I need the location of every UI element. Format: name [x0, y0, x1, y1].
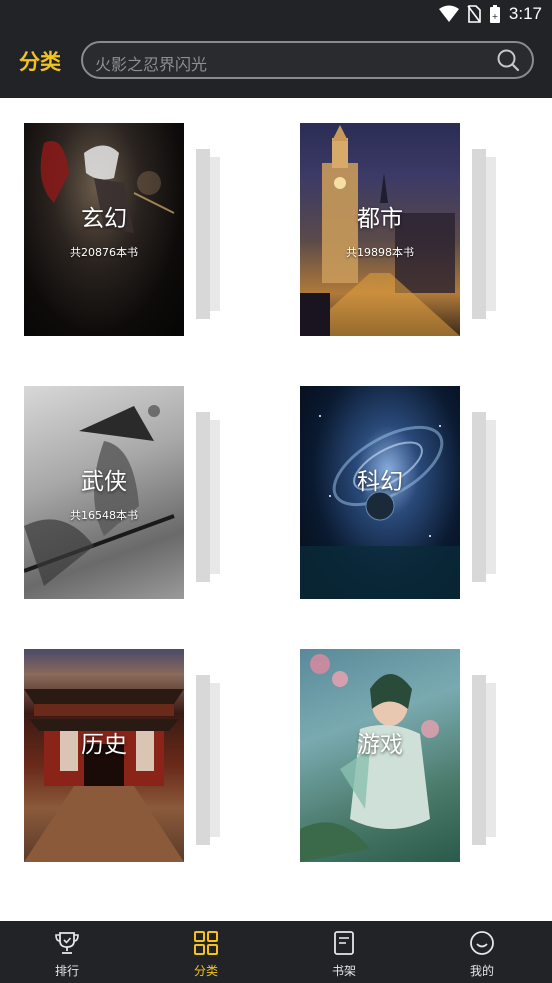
tab-label: 排行 — [54, 964, 79, 978]
no-sim-icon — [467, 5, 481, 23]
status-icons: + 3:17 — [438, 4, 542, 24]
category-card-youxi[interactable]: 游戏 — [300, 649, 496, 867]
book-stack-shadow — [472, 412, 486, 582]
bottom-tab-bar: 排行 分类 书架 我的 — [0, 921, 552, 983]
category-cover: 玄幻 共20876本书 — [24, 123, 184, 336]
book-stack-shadow — [210, 157, 220, 311]
category-name: 历史 — [81, 732, 127, 758]
category-name: 游戏 — [357, 732, 403, 758]
tab-bookshelf[interactable]: 书架 — [304, 921, 384, 983]
status-time: 3:17 — [508, 4, 542, 23]
category-card-wuxia[interactable]: 武侠 共16548本书 — [24, 386, 220, 604]
tab-label: 书架 — [331, 964, 356, 978]
category-count: 共16548本书 — [70, 509, 138, 522]
book-stack-shadow — [210, 683, 220, 837]
smile-icon — [470, 931, 494, 955]
search-input[interactable]: 火影之忍界闪光 — [95, 51, 207, 75]
search-bar[interactable]: 火影之忍界闪光 — [81, 41, 534, 79]
book-stack-shadow — [486, 683, 496, 837]
category-grid: 玄幻 共20876本书 都市 共19898本书 武侠 共16548本书 科幻 历… — [0, 98, 552, 921]
tab-label: 我的 — [469, 964, 494, 978]
category-name: 科幻 — [357, 469, 403, 495]
category-cover: 武侠 共16548本书 — [24, 386, 184, 599]
book-stack-shadow — [472, 675, 486, 845]
category-count: 共19898本书 — [346, 246, 414, 259]
category-card-xuanhuan[interactable]: 玄幻 共20876本书 — [24, 123, 220, 341]
tab-category[interactable]: 分类 — [166, 921, 246, 983]
category-cover: 历史 — [24, 649, 184, 862]
category-card-kehuan[interactable]: 科幻 — [300, 386, 496, 604]
category-count: 共20876本书 — [70, 246, 138, 259]
battery-icon: + — [489, 4, 500, 23]
tab-mine[interactable]: 我的 — [442, 921, 522, 983]
book-icon — [334, 931, 354, 955]
search-icon[interactable] — [496, 48, 520, 72]
tab-ranking[interactable]: 排行 — [27, 921, 107, 983]
svg-text:+: + — [492, 12, 499, 21]
category-name: 玄幻 — [81, 206, 127, 232]
tab-label: 分类 — [193, 964, 218, 978]
page-title: 分类 — [19, 50, 61, 74]
category-cover: 科幻 — [300, 386, 460, 599]
grid-icon — [194, 931, 218, 955]
top-header: 分类 火影之忍界闪光 — [0, 30, 552, 98]
book-stack-shadow — [196, 149, 210, 319]
category-name: 都市 — [357, 206, 403, 232]
book-stack-shadow — [210, 420, 220, 574]
trophy-icon — [55, 932, 79, 954]
category-card-lishi[interactable]: 历史 — [24, 649, 220, 867]
category-cover: 游戏 — [300, 649, 460, 862]
category-card-dushi[interactable]: 都市 共19898本书 — [300, 123, 496, 341]
wifi-icon — [438, 5, 459, 22]
category-cover: 都市 共19898本书 — [300, 123, 460, 336]
category-name: 武侠 — [81, 469, 127, 495]
book-stack-shadow — [472, 149, 486, 319]
book-stack-shadow — [486, 420, 496, 574]
book-stack-shadow — [486, 157, 496, 311]
book-stack-shadow — [196, 412, 210, 582]
status-bar: + 3:17 — [0, 0, 552, 30]
book-stack-shadow — [196, 675, 210, 845]
